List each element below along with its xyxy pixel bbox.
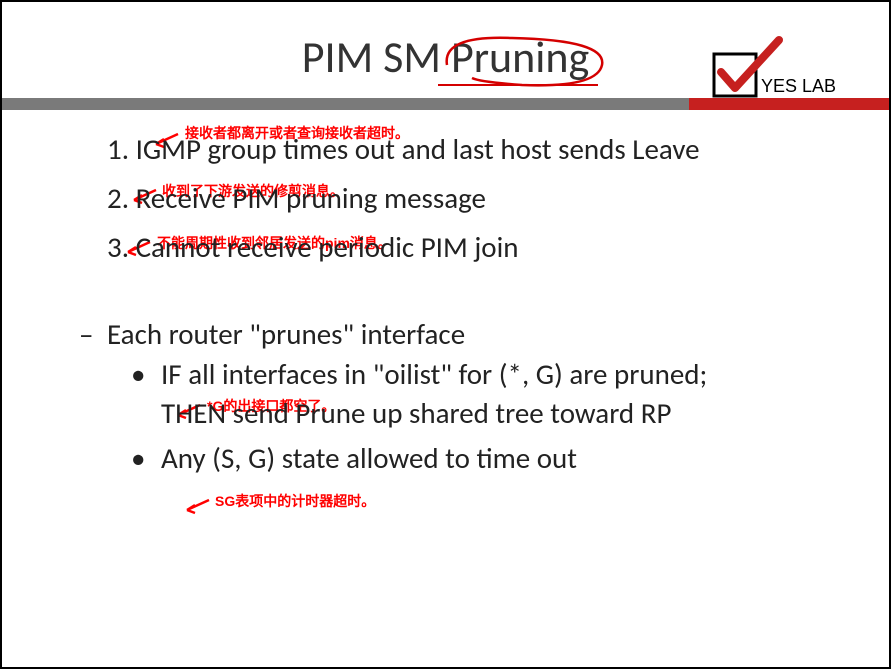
dash-item: Each router "prunes" interface — [107, 315, 849, 354]
divider-red-accent — [689, 98, 889, 110]
list-item-3: 3. Cannot receive periodic PIM join — [107, 228, 849, 267]
list-item-2: 2. Receive PIM pruning message — [107, 179, 849, 218]
sub-item-1: IF all interfaces in "oilist" for (*, G)… — [107, 355, 849, 433]
divider-bar — [2, 98, 889, 110]
sub-item-1-line1: IF all interfaces in "oilist" for (*, G)… — [161, 356, 707, 392]
arrow-5 — [179, 496, 211, 516]
title-underline — [438, 84, 598, 86]
slide-title: PIM SM Pruning — [302, 30, 589, 84]
list-item-1: 1. IGMP group times out and last host se… — [107, 130, 849, 169]
yeslab-logo: YES LAB — [709, 32, 859, 102]
sub-item-2: Any (S, G) state allowed to time out — [107, 439, 849, 478]
content-area: 1. IGMP group times out and last host se… — [2, 110, 889, 478]
sub-item-1-line2: THEN send Prune up shared tree toward RP — [161, 395, 671, 431]
annotation-5: SG表项中的计时器超时。 — [215, 491, 375, 511]
sub-section: Each router "prunes" interface IF all in… — [107, 315, 849, 478]
svg-text:YES LAB: YES LAB — [761, 76, 836, 96]
